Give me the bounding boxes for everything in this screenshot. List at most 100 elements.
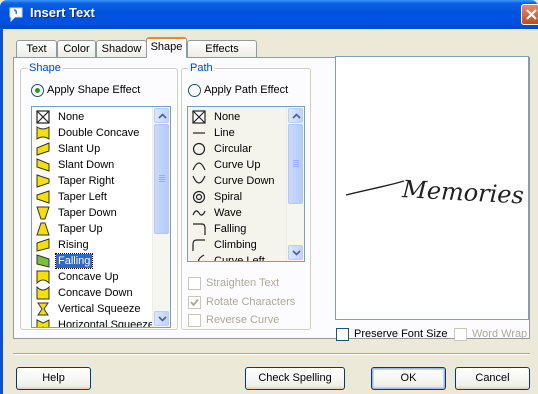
check-mark-icon [190, 298, 199, 307]
falling-path-icon [193, 223, 206, 235]
rising-icon [36, 238, 50, 252]
shape-list-item-label: Taper Left [58, 191, 107, 203]
path-list-item-label: None [214, 111, 241, 123]
shape-list-item[interactable]: Rising [34, 237, 168, 253]
separator [13, 353, 530, 355]
scroll-thumb[interactable] [288, 124, 303, 204]
path-list-item-label: Climbing [214, 239, 257, 251]
rotate-characters-checkbox[interactable]: Rotate Characters [188, 296, 308, 310]
shape-list-item[interactable]: Taper Down [34, 205, 168, 221]
shape-list-item[interactable]: Vertical Squeeze [34, 301, 168, 317]
shape-list-item[interactable]: Concave Up [34, 269, 168, 285]
preserve-font-size-checkbox[interactable]: Preserve Font Size [336, 328, 448, 342]
checkbox[interactable] [454, 328, 467, 341]
taper-up-icon [36, 222, 50, 236]
word-wrap-checkbox[interactable]: Word Wrap [454, 328, 534, 342]
scroll-down-button[interactable] [154, 311, 169, 326]
shape-list-item-label: Taper Right [58, 175, 115, 187]
preview-pane: Memories [335, 56, 529, 320]
preview-text: Memories [401, 175, 525, 209]
checkbox[interactable] [336, 328, 349, 341]
shape-list-item-label: None [58, 111, 85, 123]
tab-shape[interactable]: Shape [146, 37, 187, 58]
shape-list-item-label: Taper Up [58, 223, 103, 235]
circular-path-icon [192, 142, 206, 156]
shape-list-item-label: Taper Down [58, 207, 117, 219]
tab-shadow[interactable]: Shadow [96, 40, 147, 58]
close-icon [526, 9, 537, 20]
shape-list-item-label: Slant Up [58, 143, 101, 155]
radio-dot [35, 88, 40, 93]
scroll-up-button[interactable] [288, 108, 303, 123]
concave-down-icon [36, 286, 50, 300]
radio-button[interactable] [188, 84, 201, 97]
shape-list-item[interactable]: Horizontal Squeeze [34, 317, 168, 328]
cancel-button[interactable]: Cancel [455, 367, 530, 390]
shape-list-item[interactable]: Taper Up [34, 221, 168, 237]
preview-canvas: Memories [345, 175, 525, 210]
path-list-item-label: Spiral [214, 191, 243, 203]
wave-path-icon [192, 210, 206, 216]
shape-list-item-label: Concave Down [58, 287, 133, 299]
shape-list-item[interactable]: Falling [34, 253, 168, 269]
close-button[interactable] [521, 4, 538, 25]
shape-list-item-label: Falling [54, 253, 94, 269]
apply-path-effect-radio[interactable]: Apply Path Effect [188, 84, 308, 98]
path-list-item-label: Circular [214, 143, 252, 155]
shape-list-item-label: Horizontal Squeeze [58, 319, 155, 328]
rotate-characters-label: Rotate Characters [206, 296, 296, 308]
checkbox[interactable] [188, 277, 201, 290]
shape-list-item[interactable]: Double Concave [34, 125, 168, 141]
concave-up-icon [36, 270, 50, 284]
shape-list-item[interactable]: Slant Down [34, 157, 168, 173]
path-list-item-label: Falling [214, 223, 247, 235]
spiral-path-icon [192, 190, 206, 204]
ok-button[interactable]: OK [371, 367, 446, 390]
preserve-font-size-label: Preserve Font Size [354, 328, 448, 340]
help-button[interactable]: Help [16, 367, 91, 390]
shape-list-item-label: Concave Up [58, 271, 119, 283]
double-concave-icon [36, 126, 50, 140]
shape-list-item-label: Slant Down [58, 159, 115, 171]
path-listbox[interactable]: None Line Circular Curve Up Curve Down Spiral… [187, 106, 305, 262]
path-list-item-label: Line [214, 127, 235, 139]
shape-list-item[interactable]: Concave Down [34, 285, 168, 301]
scroll-thumb[interactable] [154, 124, 169, 234]
tab-color[interactable]: Color [57, 40, 96, 58]
curve-up-path-icon [192, 162, 206, 171]
shape-list-item[interactable]: Taper Left [34, 189, 168, 205]
chevron-up-icon [292, 113, 301, 119]
scroll-up-button[interactable] [154, 108, 169, 123]
taper-left-icon [36, 190, 50, 204]
shape-list-item-label: Double Concave [58, 127, 140, 139]
scroll-down-button[interactable] [288, 245, 303, 260]
tab-effects-gallery[interactable]: Effects Gallery [187, 40, 257, 71]
none-box-icon [192, 110, 206, 124]
radio-button[interactable] [31, 84, 44, 97]
title-bar[interactable]: Insert Text [0, 0, 538, 29]
shape-list-item[interactable]: None [34, 109, 168, 125]
shape-listbox[interactable]: None Double Concave Slant Up Slant Down Tape… [31, 106, 171, 328]
shape-list-scrollbar[interactable] [152, 107, 170, 327]
shape-group-label: Shape [27, 62, 63, 74]
taper-right-icon [36, 174, 50, 188]
path-group-label: Path [188, 62, 215, 74]
straighten-text-checkbox[interactable]: Straighten Text [188, 277, 308, 291]
curve-left-path-icon [197, 254, 205, 261]
reverse-curve-checkbox[interactable]: Reverse Curve [188, 314, 308, 328]
curve-down-path-icon [192, 175, 206, 184]
checkbox[interactable] [188, 314, 201, 327]
path-list-scrollbar[interactable] [286, 107, 304, 261]
check-spelling-button[interactable]: Check Spelling [245, 367, 345, 390]
path-list-item-label: Curve Up [214, 159, 261, 171]
shape-list-item-label: Rising [58, 239, 89, 251]
reverse-curve-label: Reverse Curve [206, 314, 280, 326]
checkbox[interactable] [188, 296, 201, 309]
apply-shape-effect-radio[interactable]: Apply Shape Effect [31, 84, 171, 98]
shape-list-item-label: Vertical Squeeze [58, 303, 141, 315]
shape-list-item[interactable]: Slant Up [34, 141, 168, 157]
chevron-down-icon [292, 250, 301, 256]
shape-list-item[interactable]: Taper Right [34, 173, 168, 189]
tab-text[interactable]: Text [16, 40, 57, 58]
app-icon [9, 7, 23, 22]
